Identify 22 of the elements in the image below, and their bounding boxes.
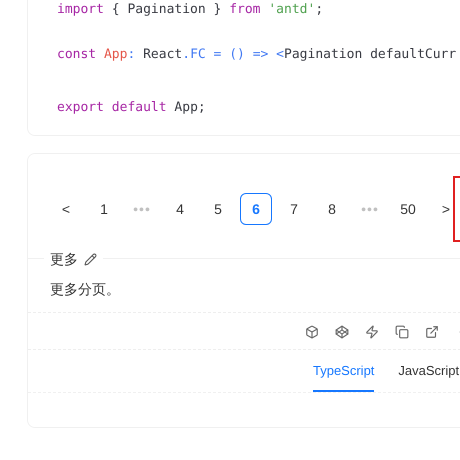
- external-link-icon[interactable]: [425, 325, 439, 339]
- page-button[interactable]: 6: [240, 193, 272, 225]
- next-page-button[interactable]: >: [430, 193, 460, 225]
- previous-page-button[interactable]: <: [50, 193, 82, 225]
- code-line: const App: React.FC = () => <Pagination defaultCurr: [57, 46, 458, 64]
- codepen-icon[interactable]: [335, 325, 349, 339]
- edit-icon[interactable]: [84, 252, 97, 266]
- code-line: export default App;: [57, 99, 207, 117]
- language-tab[interactable]: TypeScript: [313, 360, 374, 392]
- copy-icon[interactable]: [395, 325, 409, 339]
- cube-icon[interactable]: [305, 325, 319, 339]
- page-button[interactable]: 8: [316, 193, 348, 225]
- page-button[interactable]: 50: [392, 193, 424, 225]
- page-button[interactable]: 4: [164, 193, 196, 225]
- section-description: 更多分页。: [50, 280, 121, 299]
- page-button[interactable]: 7: [278, 193, 310, 225]
- lightning-icon[interactable]: [365, 325, 379, 339]
- language-tab[interactable]: JavaScript: [398, 360, 460, 392]
- page-button[interactable]: 1: [88, 193, 120, 225]
- code-line: import { Pagination } from 'antd';: [57, 1, 324, 19]
- section-title: 更多: [50, 250, 78, 269]
- page-button[interactable]: 5: [202, 193, 234, 225]
